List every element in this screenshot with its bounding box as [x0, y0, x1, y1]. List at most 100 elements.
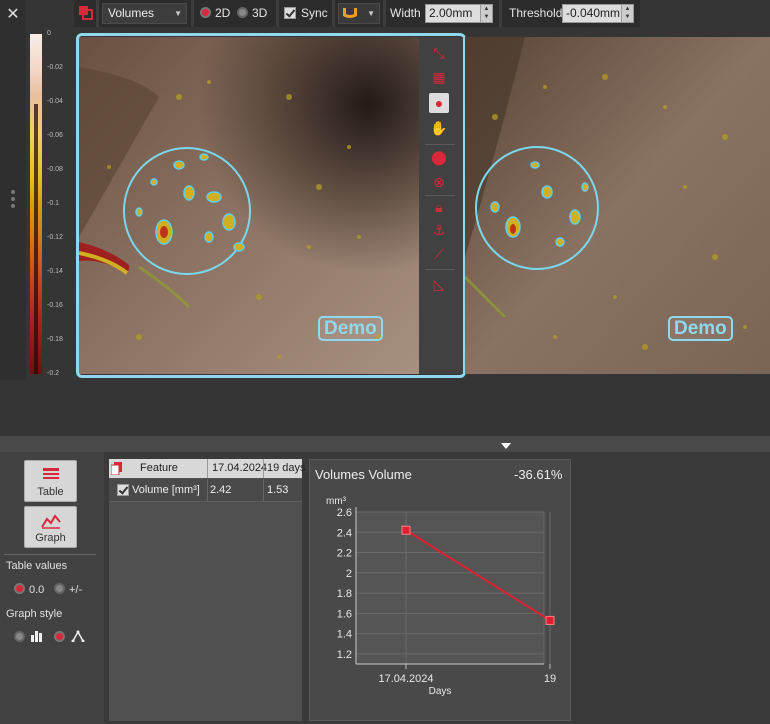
volume-line-chart: 2.6 2.4 2.2 2 1.8 1.6 1.4 1.2 17.04.2024 19 mm³ Day… [326, 496, 556, 697]
value-option-diff-label: +/- [69, 584, 83, 596]
checkbox-icon [284, 7, 296, 19]
toolbar: Volumes ▼ 2D 3D Sync ▼ Width 2.00mm ▲ ▼ Th… [74, 0, 640, 27]
grid-icon[interactable]: ▦ [429, 67, 449, 87]
radio-2d-label: 2D [215, 6, 231, 20]
threshold-input[interactable]: -0.040mm ▲ ▼ [562, 4, 634, 23]
scale-tick-label: -0.06 [47, 132, 63, 139]
radio-2d[interactable]: 2D [200, 4, 230, 23]
table-view-button[interactable]: Table [24, 460, 77, 502]
scale-tick-label: -0.1 [47, 200, 60, 207]
scale-tick-label: -0.12 [47, 234, 63, 241]
style-line-option[interactable] [54, 630, 88, 644]
data-point [545, 615, 555, 625]
y-tick-label: 1.6 [337, 608, 352, 620]
graph-percent-change: -36.61% [514, 467, 563, 482]
table-view-label: Table [37, 486, 64, 498]
value-option-diff[interactable]: +/- [54, 583, 82, 596]
value-option-zero[interactable]: 0.0 [14, 583, 44, 596]
graph-icon [41, 514, 61, 529]
ruler-icon[interactable]: ⟋ [429, 244, 449, 264]
circle-tool-icon[interactable]: ⬤ [429, 147, 449, 167]
radio-on-icon [200, 7, 211, 18]
x-tick-label: 17.04.2024 [378, 673, 433, 685]
row-checkbox-icon[interactable] [117, 484, 129, 496]
scale-tick-label: -0.04 [47, 98, 63, 105]
threshold-label: Threshold [509, 6, 563, 20]
angle-icon[interactable]: ◺ [429, 274, 449, 294]
line-chart-icon [71, 630, 85, 642]
radio-off-icon [54, 583, 65, 594]
row-label: Volume [mm³] [132, 484, 200, 496]
mode-select[interactable]: Volumes ▼ [102, 3, 187, 24]
scale-tick-label: -0.02 [47, 64, 63, 71]
right-surface-image[interactable]: Demo [465, 37, 770, 374]
radio-off-icon [237, 7, 248, 18]
y-tick-label: 2.6 [337, 507, 352, 519]
plot-area [355, 511, 545, 665]
y-tick-label: 2 [346, 568, 352, 580]
spin-arrows-icon[interactable]: ▲ ▼ [621, 5, 633, 22]
selected-view-frame [76, 33, 466, 378]
x-axis-label: Days [429, 686, 452, 697]
table-header: Feature 17.04.2024 19 days [109, 459, 306, 478]
width-label: Width [390, 6, 421, 20]
table-values-label: Table values [6, 560, 68, 572]
width-value: 2.00mm [429, 6, 473, 20]
chevron-down-icon: ▼ [174, 9, 182, 18]
radio-on-icon [54, 631, 65, 642]
sync-label: Sync [301, 6, 328, 20]
header-feature[interactable]: Feature [140, 459, 178, 478]
demo-watermark: Demo [668, 316, 733, 341]
data-point [401, 525, 411, 535]
table-row[interactable]: Volume [mm³] 2.42 1.53 [109, 479, 302, 502]
sync-checkbox[interactable]: Sync [284, 4, 328, 23]
app-window: ✕ Volumes ▼ 2D 3D Sync ▼ Width 2.00mm ▲ ▼ … [0, 0, 770, 724]
scale-tick-label: -0.14 [47, 268, 63, 275]
delete-icon[interactable]: ⊗ [429, 172, 449, 192]
spin-arrows-icon[interactable]: ▲ ▼ [480, 5, 492, 22]
radio-3d[interactable]: 3D [237, 4, 267, 23]
empty-area [577, 459, 770, 724]
anchor-icon[interactable]: ⚓︎ [429, 220, 449, 240]
scale-tick-label: -0.2 [47, 370, 60, 377]
document-icon[interactable] [111, 462, 123, 475]
layers-icon[interactable] [78, 5, 94, 21]
width-input[interactable]: 2.00mm ▲ ▼ [425, 4, 493, 23]
y-tick-label: 1.2 [337, 649, 352, 661]
u-shape-icon [343, 8, 357, 18]
graph-style-label: Graph style [6, 608, 63, 620]
drag-handle[interactable] [11, 190, 16, 212]
row-val1: 2.42 [210, 484, 232, 496]
graph-view-button[interactable]: Graph [24, 506, 77, 548]
scale-tick-label: 0 [47, 30, 51, 37]
x-tick-label: 19 [544, 673, 556, 685]
collapse-arrow-icon[interactable] [501, 443, 511, 449]
y-tick-label: 2.4 [337, 527, 352, 539]
fit-view-icon[interactable]: ⤡ [429, 43, 449, 63]
table-icon [43, 468, 59, 479]
light-icon[interactable]: ● [429, 93, 449, 113]
y-tick-label: 2.2 [337, 548, 352, 560]
hand-icon[interactable]: ✋ [429, 118, 449, 138]
header-date1[interactable]: 17.04.2024 [212, 459, 267, 478]
panel-splitter[interactable] [0, 436, 770, 452]
shape-select[interactable]: ▼ [338, 3, 380, 24]
close-icon[interactable]: ✕ [4, 6, 22, 24]
header-date2[interactable]: 19 days [267, 459, 306, 478]
scale-tick-label: -0.18 [47, 336, 63, 343]
lock-icon[interactable]: 🔒︎ [429, 197, 449, 217]
threshold-value: -0.040mm [566, 6, 621, 20]
view-options-panel: Table Graph Table values 0.0 +/- Graph s… [0, 452, 104, 724]
graph-view-label: Graph [35, 532, 66, 544]
radio-off-icon [14, 631, 25, 642]
radio-on-icon [14, 583, 25, 594]
view-tool-panel: ⤡ ▦ ● ✋ ⬤ ⊗ 🔒︎ ⚓︎ ⟋ ◺ [419, 37, 463, 374]
style-bar-option[interactable] [14, 630, 46, 644]
chevron-down-icon: ▼ [367, 9, 375, 18]
bar-chart-icon [31, 631, 42, 642]
scale-tick-label: -0.16 [47, 302, 63, 309]
graph-title: Volumes Volume [315, 467, 412, 482]
y-tick-label: 1.8 [337, 588, 352, 600]
threshold-marker [34, 104, 38, 374]
scale-tick-label: -0.08 [47, 166, 63, 173]
